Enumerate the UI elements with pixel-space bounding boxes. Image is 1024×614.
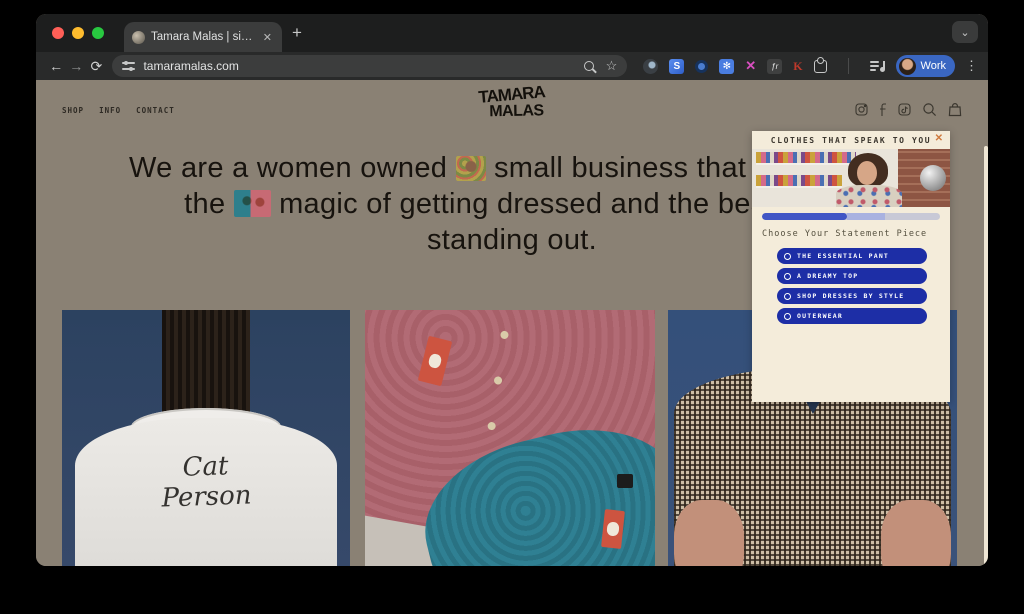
cat-person-script-text: Cat Person — [145, 450, 267, 514]
option-label: OUTERWEAR — [797, 312, 843, 320]
popup-hero-photo — [752, 149, 950, 207]
logo-line2: MALAS — [483, 102, 550, 120]
window-controls — [52, 27, 104, 39]
extensions-puzzle-icon[interactable] — [814, 60, 827, 73]
option-dresses-by-style-button[interactable]: SHOP DRESSES BY STYLE — [777, 288, 927, 304]
site-logo[interactable]: TAMARA MALAS — [478, 84, 546, 121]
hang-tag — [601, 509, 625, 549]
instagram-icon[interactable] — [855, 103, 868, 116]
facebook-icon[interactable] — [879, 103, 887, 116]
tab-favicon-icon — [132, 31, 145, 44]
quiz-options: THE ESSENTIAL PANT A DREAMY TOP SHOP DRE… — [752, 248, 950, 324]
radio-circle-icon — [784, 273, 791, 280]
page-scrollbar[interactable] — [984, 146, 988, 566]
extension-icon-fr[interactable]: ƒr — [767, 59, 782, 74]
model-arm — [881, 500, 951, 566]
profile-chip[interactable]: Work — [896, 55, 955, 77]
minimize-window-button[interactable] — [72, 27, 84, 39]
close-window-button[interactable] — [52, 27, 64, 39]
main-nav: SHOP INFO CONTACT — [62, 106, 175, 115]
quiz-popup: CLOTHES THAT SPEAK TO YOU ✕ Choose Your … — [752, 131, 950, 402]
product-image-cat-person-jacket[interactable]: Cat Person — [62, 310, 350, 566]
reload-button[interactable]: ⟳ — [86, 58, 106, 75]
url-text: tamaramalas.com — [143, 59, 583, 73]
avatar — [899, 58, 916, 75]
zoom-window-button[interactable] — [92, 27, 104, 39]
popup-close-icon[interactable]: ✕ — [935, 133, 943, 144]
hero-inline-portrait-image — [456, 156, 486, 181]
tab-search-button[interactable]: ⌄ — [952, 21, 978, 43]
media-controls-icon[interactable] — [870, 60, 886, 72]
photo-woman-blouse — [836, 185, 902, 207]
progress-filled-segment — [762, 213, 847, 220]
site-header: SHOP INFO CONTACT TAMARA MALAS — [36, 80, 988, 138]
search-icon[interactable] — [922, 102, 937, 117]
browser-tab[interactable]: Tamara Malas | sizes 0-36 ✕ — [124, 22, 282, 52]
hero-text: the — [184, 188, 225, 220]
search-icon[interactable] — [584, 61, 594, 71]
cart-bag-icon[interactable] — [948, 102, 962, 117]
back-button[interactable]: ← — [46, 58, 66, 74]
option-outerwear-button[interactable]: OUTERWEAR — [777, 308, 927, 324]
extension-icon-1[interactable] — [643, 59, 658, 74]
popup-title: CLOTHES THAT SPEAK TO YOU — [771, 136, 931, 145]
profile-label: Work — [921, 60, 946, 72]
option-essential-pant-button[interactable]: THE ESSENTIAL PANT — [777, 248, 927, 264]
extensions-row: S ✻ ✕ ƒr K — [643, 58, 885, 74]
product-image-knit-cardigans[interactable] — [365, 310, 655, 566]
popup-subtitle: Choose Your Statement Piece — [762, 229, 940, 239]
option-label: THE ESSENTIAL PANT — [797, 252, 889, 260]
bookmark-star-icon[interactable]: ☆ — [606, 58, 618, 74]
extension-icon-s[interactable]: S — [669, 59, 684, 74]
photo-disco-ball — [920, 165, 946, 191]
extension-icon-k[interactable]: K — [793, 59, 802, 74]
new-tab-button[interactable]: + — [292, 23, 302, 43]
extension-icon-gear[interactable]: ✻ — [719, 59, 734, 74]
option-dreamy-top-button[interactable]: A DREAMY TOP — [777, 268, 927, 284]
header-icons — [855, 102, 962, 117]
model-arm — [674, 500, 744, 566]
toolbar-divider — [848, 58, 849, 74]
forward-button[interactable]: → — [66, 58, 86, 74]
hero-text: We are a women owned — [129, 152, 447, 184]
extension-icon-dot[interactable] — [695, 60, 708, 73]
browser-window: Tamara Malas | sizes 0-36 ✕ + ⌄ ← → ⟳ ta… — [36, 14, 988, 566]
popup-header: CLOTHES THAT SPEAK TO YOU ✕ — [752, 131, 950, 149]
extension-icon-x[interactable]: ✕ — [745, 58, 756, 74]
tab-title: Tamara Malas | sizes 0-36 — [151, 31, 255, 43]
hang-tag-dark — [617, 474, 633, 488]
hero-inline-duo-image — [234, 190, 271, 217]
radio-circle-icon — [784, 253, 791, 260]
tiktok-icon[interactable] — [898, 103, 911, 116]
address-bar[interactable]: tamaramalas.com ☆ — [112, 55, 627, 77]
hero-text: standing out. — [427, 224, 597, 256]
browser-menu-button[interactable]: ⋮ — [965, 58, 978, 74]
option-label: A DREAMY TOP — [797, 272, 858, 280]
site-settings-icon[interactable] — [122, 61, 135, 71]
nav-item-shop[interactable]: SHOP — [62, 106, 84, 115]
quiz-progress-bar — [762, 213, 940, 220]
tab-strip: Tamara Malas | sizes 0-36 ✕ + ⌄ — [36, 14, 988, 52]
radio-circle-icon — [784, 293, 791, 300]
radio-circle-icon — [784, 313, 791, 320]
tab-close-icon[interactable]: ✕ — [261, 31, 274, 44]
option-label: SHOP DRESSES BY STYLE — [797, 292, 904, 300]
nav-item-info[interactable]: INFO — [99, 106, 121, 115]
browser-toolbar: ← → ⟳ tamaramalas.com ☆ S ✻ ✕ ƒr K Work … — [36, 52, 988, 80]
photo-woman-face — [857, 161, 877, 185]
chevron-down-icon: ⌄ — [960, 26, 969, 39]
progress-mid-segment — [847, 213, 884, 220]
nav-item-contact[interactable]: CONTACT — [136, 106, 175, 115]
